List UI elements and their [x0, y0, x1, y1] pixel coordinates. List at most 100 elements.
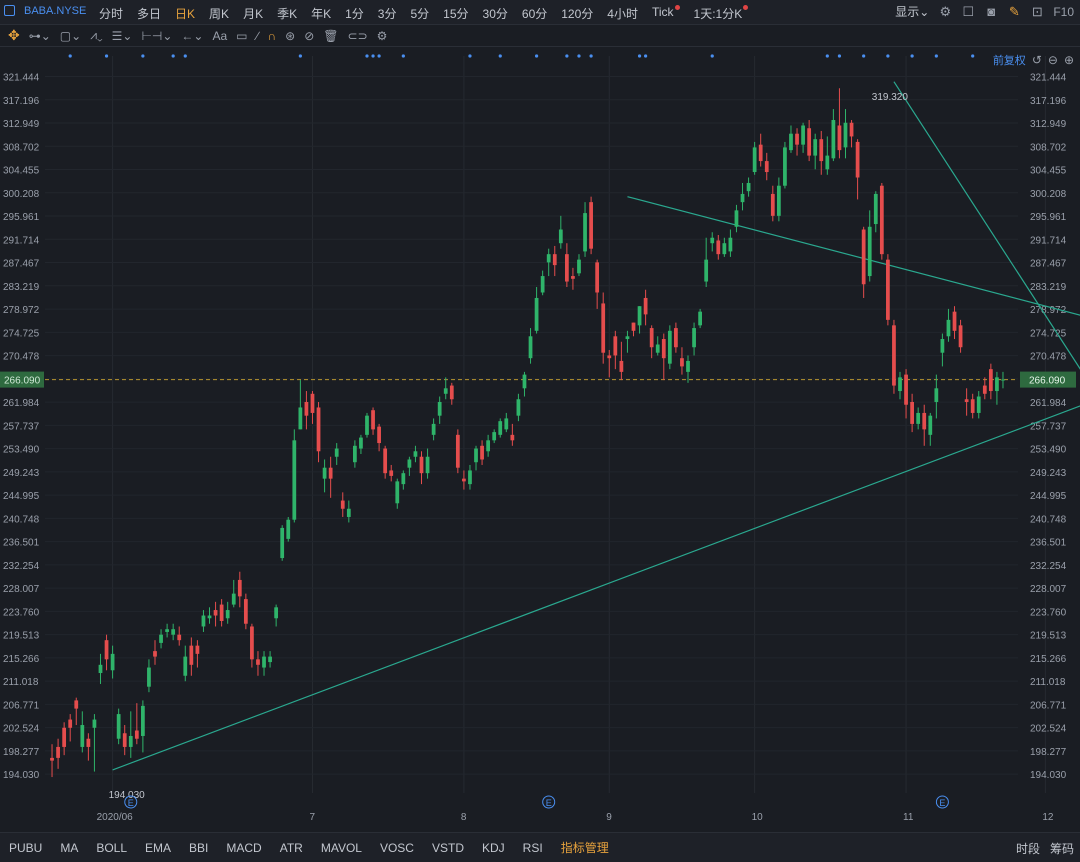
y-tick-label-right: 223.760: [1030, 607, 1067, 618]
period-tab[interactable]: 多日: [130, 0, 168, 24]
display-menu[interactable]: 显示⌄: [895, 3, 929, 20]
y-tick-label-right: 283.219: [1030, 282, 1067, 293]
indicator-item[interactable]: KDJ: [473, 841, 514, 855]
range-tool-icon[interactable]: ⊢⊣⌄: [141, 29, 172, 43]
comment-icon[interactable]: ▭: [236, 29, 247, 43]
y-tick-label-left: 291.714: [3, 235, 40, 246]
trash-icon[interactable]: 🗑: [323, 29, 338, 43]
period-tab-label: 30分: [482, 7, 508, 21]
settings-icon[interactable]: ⚙: [938, 4, 952, 19]
candle-body: [946, 319, 951, 337]
indicator-item[interactable]: BOLL: [87, 841, 136, 855]
candle-body: [153, 651, 157, 657]
indicator-item[interactable]: MA: [51, 841, 87, 855]
candlestick-chart[interactable]: 321.444 321.444 317.196 317.196 312.949 312.9…: [0, 48, 1080, 831]
arrow-tool-icon[interactable]: ←⌄: [181, 29, 203, 43]
dividend-dot: [298, 54, 302, 58]
text-tool[interactable]: Aa: [212, 29, 227, 43]
chart-area[interactable]: 321.444 321.444 317.196 317.196 312.949 312.9…: [0, 48, 1080, 831]
indicator-item[interactable]: VSTD: [423, 841, 473, 855]
period-tab[interactable]: 周K: [202, 0, 236, 24]
period-tab[interactable]: 5分: [403, 0, 436, 24]
candle-body: [165, 629, 169, 632]
candle-body: [879, 185, 884, 255]
candle-body: [831, 120, 836, 159]
layout-icon[interactable]: ☐: [961, 4, 975, 19]
brush-icon[interactable]: ∕: [257, 29, 259, 43]
bottom-right-item[interactable]: 筹码: [1050, 840, 1074, 857]
magnet-icon[interactable]: ∩: [268, 29, 277, 43]
period-tab[interactable]: 30分: [476, 0, 515, 24]
candle-body: [819, 139, 824, 162]
candle-body: [237, 579, 242, 597]
period-tab[interactable]: 120分: [554, 0, 600, 24]
f10-button[interactable]: F10: [1053, 5, 1074, 19]
period-tab[interactable]: 15分: [436, 0, 475, 24]
y-tick-label-left: 219.513: [3, 631, 40, 642]
indicator-item[interactable]: MACD: [217, 841, 270, 855]
candle-body: [213, 610, 218, 616]
period-tab[interactable]: 1天:1分K: [687, 0, 756, 24]
fib-tool-icon[interactable]: ☰⌄: [112, 29, 133, 43]
period-tab[interactable]: 分时: [92, 0, 130, 24]
period-tab[interactable]: 季K: [270, 0, 304, 24]
rect-tool-icon[interactable]: ▢⌄: [60, 29, 81, 43]
candle-body: [395, 481, 400, 504]
candle-body: [274, 607, 279, 619]
indicator-item[interactable]: BBI: [180, 841, 217, 855]
candle-body: [728, 237, 733, 252]
lock-icon[interactable]: ⊡: [1030, 4, 1044, 19]
indicator-item[interactable]: RSI: [514, 841, 552, 855]
notification-dot: [674, 5, 680, 10]
candle-body: [904, 374, 908, 405]
period-tab[interactable]: 4小时: [600, 0, 645, 24]
period-tab[interactable]: 3分: [371, 0, 404, 24]
dividend-dot: [837, 54, 842, 58]
candle-body: [443, 388, 448, 394]
camera-icon[interactable]: ◙: [984, 4, 998, 19]
period-tab[interactable]: 60分: [515, 0, 554, 24]
symbol-label[interactable]: BABA.NYSE: [24, 5, 86, 17]
candle-body: [758, 144, 763, 162]
period-tab[interactable]: 月K: [236, 0, 270, 24]
indicator-item[interactable]: ATR: [271, 841, 312, 855]
indicator-item[interactable]: EMA: [136, 841, 180, 855]
candle-body: [195, 645, 200, 654]
hide-icon[interactable]: ⊘: [304, 29, 314, 43]
candle-body: [746, 182, 751, 192]
stock-settings-icon[interactable]: [4, 5, 15, 16]
pencil-icon[interactable]: ✎: [1007, 4, 1021, 19]
eye-icon[interactable]: ⊛: [285, 29, 295, 43]
indicator-item[interactable]: MAVOL: [312, 841, 371, 855]
indicator-item[interactable]: PUBU: [0, 841, 51, 855]
event-marker-label: E: [546, 798, 552, 808]
period-tab-label: 1分: [345, 7, 364, 21]
period-tab-label: 月K: [243, 7, 264, 21]
dividend-dot: [710, 54, 714, 58]
period-tab[interactable]: Tick: [645, 0, 687, 24]
candle-body: [268, 656, 272, 663]
candle-body: [346, 508, 351, 517]
indicator-manage[interactable]: 指标管理: [552, 839, 618, 856]
link-icon[interactable]: ⊂⊃: [348, 29, 368, 43]
line-tool-icon[interactable]: ⊶⌄: [29, 29, 51, 43]
dividend-dot: [141, 54, 145, 58]
candle-body: [607, 355, 612, 359]
candle-body: [776, 185, 781, 216]
candle-body: [480, 445, 484, 460]
dividend-dot: [534, 54, 539, 58]
candle-body: [564, 254, 569, 282]
gear-icon[interactable]: ⚙: [377, 29, 388, 43]
y-tick-label-left: 228.007: [3, 584, 40, 595]
candle-body: [183, 656, 188, 676]
dividend-dot: [498, 54, 502, 58]
period-tab[interactable]: 1分: [338, 0, 371, 24]
wave-tool-icon[interactable]: ⩘⌄: [90, 28, 102, 43]
dividend-dot: [886, 54, 890, 58]
period-tab[interactable]: 年K: [304, 0, 338, 24]
indicator-item[interactable]: VOSC: [371, 841, 423, 855]
move-icon[interactable]: ✥: [8, 27, 20, 44]
period-tab[interactable]: 日K: [168, 0, 202, 24]
y-tick-label-right: 317.196: [1030, 96, 1067, 107]
bottom-right-item[interactable]: 时段: [1016, 840, 1040, 857]
